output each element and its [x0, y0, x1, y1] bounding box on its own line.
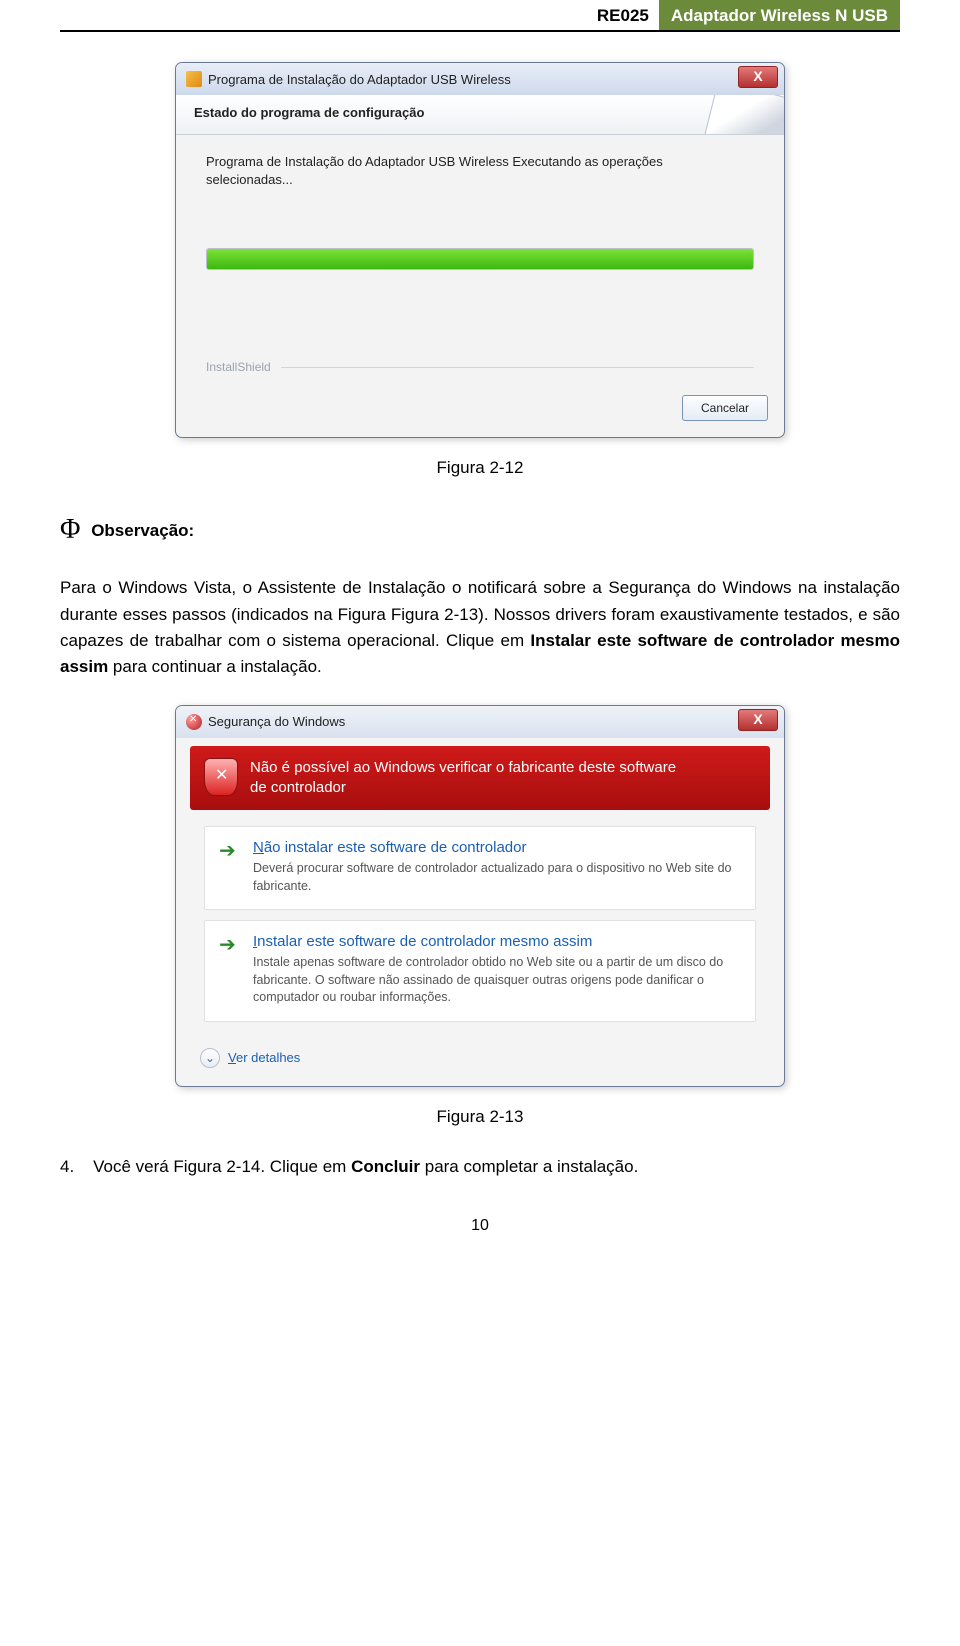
page-number: 10: [60, 1217, 900, 1235]
figure-2-13: Segurança do Windows X Não é possível ao…: [60, 705, 900, 1087]
installer-titlebar: Programa de Instalação do Adaptador USB …: [176, 63, 784, 95]
doc-header: RE025 Adaptador Wireless N USB: [60, 0, 900, 32]
shield-x-icon: [204, 758, 238, 796]
security-titlebar: Segurança do Windows X: [176, 706, 784, 738]
opt2-title: Instalar este software de controlador me…: [253, 933, 741, 950]
observation-heading: Φ Observação:: [60, 508, 900, 551]
installer-button-row: Cancelar: [176, 395, 784, 437]
item4-bold: Concluir: [351, 1157, 420, 1176]
divider: [281, 367, 754, 368]
security-red-banner: Não é possível ao Windows verificar o fa…: [190, 746, 770, 811]
figure-2-12: Programa de Instalação do Adaptador USB …: [60, 62, 900, 438]
installer-body: Programa de Instalação do Adaptador USB …: [176, 135, 784, 395]
security-banner-text: Não é possível ao Windows verificar o fa…: [250, 758, 676, 799]
opt1-title: Não instalar este software de controlado…: [253, 839, 741, 856]
item4-num: 4.: [60, 1157, 74, 1176]
option-install-anyway[interactable]: ➔ Instalar este software de controlador …: [204, 920, 756, 1022]
installer-body-line1: Programa de Instalação do Adaptador USB …: [206, 153, 754, 171]
see-details[interactable]: ⌄ Ver detalhes: [176, 1040, 784, 1086]
installshield-label: InstallShield: [206, 360, 271, 374]
close-button[interactable]: X: [738, 66, 778, 88]
security-window: Segurança do Windows X Não é possível ao…: [175, 705, 785, 1087]
security-banner-l1: Não é possível ao Windows verificar o fa…: [250, 758, 676, 778]
details-rest: er detalhes: [236, 1050, 300, 1065]
opt1-desc: Deverá procurar software de controlador …: [253, 860, 741, 895]
progress-bar: [206, 248, 754, 270]
installer-body-line2: selecionadas...: [206, 171, 754, 189]
arrow-right-icon: ➔: [219, 841, 236, 861]
opt2-desc: Instale apenas software de controlador o…: [253, 954, 741, 1007]
details-accel: V: [228, 1050, 236, 1065]
security-banner-l2: de controlador: [250, 778, 676, 798]
para1-figref: Figura 2-13: [391, 605, 478, 624]
item4-figref: Figura 2-14: [173, 1157, 260, 1176]
paragraph-1: Para o Windows Vista, o Assistente de In…: [60, 575, 900, 680]
installshield-row: InstallShield: [206, 360, 754, 374]
security-title: Segurança do Windows: [208, 714, 345, 729]
installer-window: Programa de Instalação do Adaptador USB …: [175, 62, 785, 438]
list-item-4: 4. Você verá Figura 2-14. Clique em Conc…: [60, 1157, 900, 1177]
close-button[interactable]: X: [738, 709, 778, 731]
item4-b: . Clique em: [260, 1157, 351, 1176]
installer-banner-title: Estado do programa de configuração: [194, 105, 766, 120]
opt1-rest: ão instalar este software de controlador: [264, 839, 527, 856]
item4-c: para completar a instalação.: [420, 1157, 638, 1176]
arrow-right-icon: ➔: [219, 935, 236, 955]
para1-c: para continuar a instalação.: [108, 657, 322, 676]
figure-2-13-caption: Figura 2-13: [60, 1107, 900, 1127]
installer-banner: Estado do programa de configuração: [176, 95, 784, 135]
chevron-down-icon: ⌄: [200, 1048, 220, 1068]
figure-2-12-caption: Figura 2-12: [60, 458, 900, 478]
opt2-rest: nstalar este software de controlador mes…: [257, 933, 592, 950]
option-do-not-install[interactable]: ➔ Não instalar este software de controla…: [204, 826, 756, 910]
item4-a: Você verá: [93, 1157, 173, 1176]
progress-fill: [207, 249, 753, 269]
product-name: Adaptador Wireless N USB: [659, 0, 900, 30]
product-code: RE025: [589, 0, 659, 30]
observation-symbol-icon: Φ: [60, 514, 80, 545]
security-alert-icon: [186, 714, 202, 730]
observation-label: Observação:: [91, 521, 194, 540]
installer-favicon-icon: [186, 71, 202, 87]
cancel-button[interactable]: Cancelar: [682, 395, 768, 421]
details-label: Ver detalhes: [228, 1050, 300, 1065]
paper-corner-icon: [704, 95, 784, 135]
opt1-accel: N: [253, 839, 264, 856]
installer-title: Programa de Instalação do Adaptador USB …: [208, 72, 511, 87]
security-options: ➔ Não instalar este software de controla…: [176, 818, 784, 1040]
